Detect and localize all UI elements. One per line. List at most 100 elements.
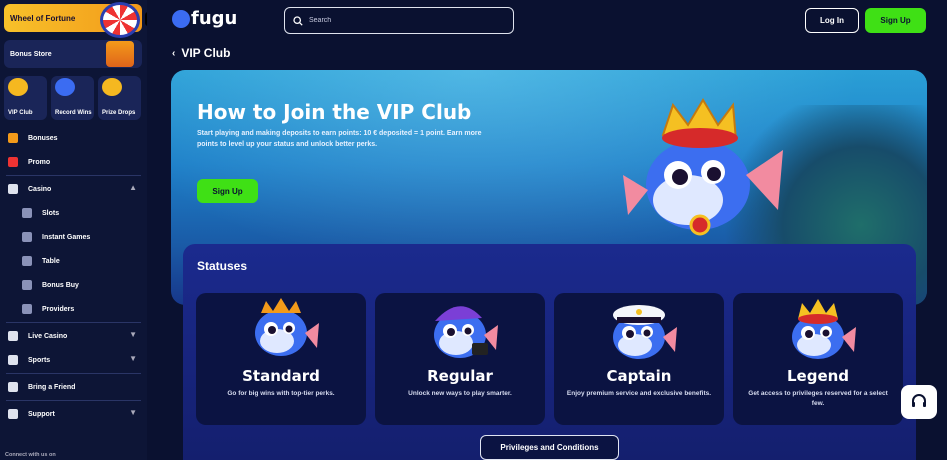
dice-icon: [8, 184, 18, 194]
search-icon: [293, 15, 303, 26]
signup-button[interactable]: Sign Up: [865, 8, 926, 33]
gift-icon: [8, 133, 18, 143]
bonus-buy-icon: [22, 280, 32, 290]
login-button[interactable]: Log In: [805, 8, 859, 33]
breadcrumb: ‹ VIP Club: [172, 46, 230, 60]
sidebar-item-label: Casino: [28, 185, 52, 193]
sidebar-item-label: Slots: [42, 209, 60, 217]
sidebar-item-live-casino[interactable]: Live Casino ▼: [0, 324, 147, 348]
sidebar-item-slots[interactable]: Slots: [0, 201, 147, 225]
statuses-section: Statuses Standard Go for big wins with t…: [183, 244, 916, 460]
app-root: Wheel of Fortune Bonus Store VIP Club Re…: [0, 0, 947, 460]
quick-tiles: VIP Club Record Wins Prize Drops: [4, 76, 141, 120]
tile-label: Record Wins: [55, 110, 92, 116]
divider: [6, 175, 141, 176]
bonus-store-banner[interactable]: Bonus Store: [4, 40, 142, 68]
status-name: Legend: [786, 367, 850, 385]
trophy-icon: [55, 78, 75, 96]
instant-games-icon: [22, 232, 32, 242]
coin-icon: [102, 78, 122, 96]
providers-icon: [22, 304, 32, 314]
privileges-button[interactable]: Privileges and Conditions: [480, 435, 619, 460]
sidebar-item-label: Promo: [28, 158, 51, 166]
chevron-down-icon: ▼: [129, 354, 137, 363]
sidebar-item-table[interactable]: Table: [0, 249, 147, 273]
tile-label: VIP Club: [8, 110, 33, 116]
sidebar-item-label: Instant Games: [42, 233, 91, 241]
sidebar-item-label: Support: [28, 410, 55, 418]
status-card-legend[interactable]: Legend Get access to privileges reserved…: [733, 293, 903, 425]
chevron-down-icon: ▼: [129, 330, 137, 339]
search-input[interactable]: [309, 17, 489, 24]
sidebar-item-support[interactable]: Support ▼: [0, 402, 147, 426]
sidebar-item-label: Bonus Buy: [42, 281, 79, 289]
status-name: Captain: [606, 367, 672, 385]
status-card-captain[interactable]: Captain Enjoy premium service and exclus…: [554, 293, 724, 425]
support-chat-button[interactable]: [901, 385, 937, 419]
status-desc: Enjoy premium service and exclusive bene…: [566, 390, 712, 397]
chevron-down-icon: ▼: [129, 408, 137, 417]
chevron-up-icon: ▲: [129, 183, 137, 192]
king-fish-mascot-image: [623, 98, 783, 236]
status-cards: Standard Go for big wins with top-tier p…: [196, 293, 903, 425]
sidebar-item-label: Bring a Friend: [28, 383, 76, 391]
wheel-of-fortune-banner[interactable]: Wheel of Fortune: [4, 2, 142, 38]
hero-title: How to Join the VIP Club: [197, 100, 472, 124]
logo[interactable]: fugu: [172, 8, 237, 29]
sidebar-item-label: Live Casino: [28, 332, 68, 340]
wheel-of-fortune-label: Wheel of Fortune: [10, 13, 76, 23]
divider: [6, 400, 141, 401]
tile-prize-drops[interactable]: Prize Drops: [98, 76, 141, 120]
store-icon: [106, 41, 134, 67]
status-name: Regular: [427, 367, 493, 385]
headset-icon: [912, 394, 926, 407]
sidebar-item-label: Table: [42, 257, 60, 265]
tile-record-wins[interactable]: Record Wins: [51, 76, 94, 120]
divider: [6, 373, 141, 374]
connect-label: Connect with us on: [5, 452, 56, 458]
status-desc: Go for big wins with top-tier perks.: [227, 390, 335, 397]
top-bar: fugu Log In Sign Up: [147, 0, 947, 42]
search-box[interactable]: [284, 7, 514, 34]
divider: [6, 322, 141, 323]
sidebar-item-providers[interactable]: Providers: [0, 297, 147, 321]
sidebar-item-promo[interactable]: Promo: [0, 150, 147, 174]
sidebar-item-bring-friend[interactable]: Bring a Friend: [0, 375, 147, 399]
sidebar-item-casino[interactable]: Casino ▲: [0, 177, 147, 201]
headset-icon: [8, 409, 18, 419]
sidebar-item-label: Sports: [28, 356, 51, 364]
live-casino-icon: [8, 331, 18, 341]
hero-text: Start playing and making deposits to ear…: [197, 130, 482, 148]
sidebar-item-sports[interactable]: Sports ▼: [0, 348, 147, 372]
sidebar-item-bonus-buy[interactable]: Bonus Buy: [0, 273, 147, 297]
sidebar-item-label: Providers: [42, 305, 75, 313]
status-desc: Get access to privileges reserved for a …: [748, 390, 888, 407]
captain-fish-image: [613, 305, 677, 359]
standard-fish-image: [255, 298, 319, 356]
tile-label: Prize Drops: [102, 110, 136, 116]
status-card-standard[interactable]: Standard Go for big wins with top-tier p…: [196, 293, 366, 425]
sidebar-item-bonuses[interactable]: Bonuses: [0, 126, 147, 150]
sports-icon: [8, 355, 18, 365]
friend-icon: [8, 382, 18, 392]
sidebar: Wheel of Fortune Bonus Store VIP Club Re…: [0, 0, 147, 460]
status-card-regular[interactable]: Regular Unlock new ways to play smarter.: [375, 293, 545, 425]
tile-vip-club[interactable]: VIP Club: [4, 76, 47, 120]
sidebar-item-instant-games[interactable]: Instant Games: [0, 225, 147, 249]
wheel-icon: [100, 2, 140, 38]
fish-logo-icon: [172, 10, 190, 28]
slots-icon: [22, 208, 32, 218]
table-icon: [22, 256, 32, 266]
back-chevron-icon[interactable]: ‹: [172, 48, 175, 59]
regular-fish-image: [434, 306, 498, 358]
hero-signup-button[interactable]: Sign Up: [197, 179, 258, 203]
page-title: VIP Club: [181, 46, 231, 60]
statuses-title: Statuses: [197, 259, 248, 273]
megaphone-icon: [8, 157, 18, 167]
sidebar-nav: Bonuses Promo Casino ▲ Slots Instant Gam…: [0, 126, 147, 426]
legend-fish-image: [792, 299, 856, 359]
sidebar-item-label: Bonuses: [28, 134, 58, 142]
logo-text: fugu: [191, 8, 238, 29]
bonus-store-label: Bonus Store: [10, 50, 52, 58]
status-desc: Unlock new ways to play smarter.: [408, 390, 512, 397]
